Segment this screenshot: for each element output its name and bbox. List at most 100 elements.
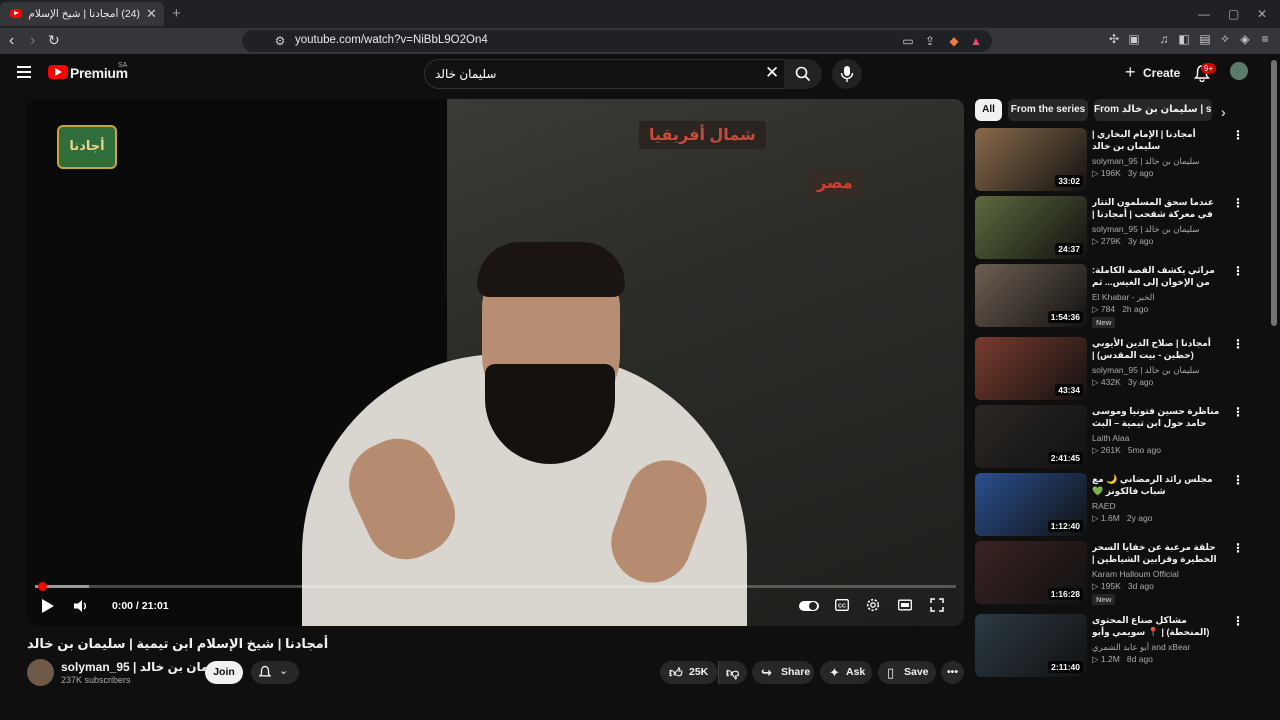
- play-icon[interactable]: [41, 598, 55, 614]
- recommendation-item[interactable]: 2:41:45 مناظرة حسين فتونيا وموسى حامد حول…: [975, 405, 1250, 471]
- hamburger-menu-icon[interactable]: [17, 66, 31, 78]
- page-scrollbar[interactable]: [1271, 60, 1277, 326]
- vpn-icon[interactable]: ◈: [1239, 33, 1251, 45]
- video-player[interactable]: شمال أفريقيا مصر أجادنا 0:00 / 21:01 CC: [27, 99, 964, 626]
- install-icon[interactable]: ▭: [902, 35, 914, 47]
- recommendation-channel[interactable]: RAED: [1092, 501, 1227, 511]
- duration-badge: 1:54:36: [1047, 311, 1083, 323]
- autoplay-toggle[interactable]: [799, 601, 819, 611]
- media-icon[interactable]: ♫: [1158, 33, 1170, 45]
- more-vertical-icon[interactable]: ⋮: [1232, 614, 1244, 628]
- recommendation-channel[interactable]: El Khabar - الخبر: [1092, 292, 1227, 303]
- more-vertical-icon[interactable]: ⋮: [1232, 337, 1244, 351]
- clear-search-icon[interactable]: ✕: [765, 63, 779, 83]
- more-vertical-icon[interactable]: ⋮: [1232, 264, 1244, 278]
- scrubber-handle[interactable]: [38, 582, 47, 591]
- search-input[interactable]: سليمان خالد ✕: [424, 59, 786, 89]
- recommendation-channel[interactable]: Laith Alaa: [1092, 433, 1227, 443]
- settings-gear-icon[interactable]: [866, 598, 880, 612]
- recommendation-item[interactable]: 1:16:28 حلقة مرعبة عن خفايا السحر الخطيرة…: [975, 541, 1250, 607]
- more-vertical-icon[interactable]: ⋮: [1232, 405, 1244, 419]
- minimize-icon[interactable]: —: [1198, 7, 1210, 21]
- browser-tab[interactable]: (24) أمجادنا | شيخ الإسلام ابن تيمية ✕: [0, 2, 164, 26]
- forward-icon[interactable]: ›: [30, 32, 35, 50]
- volume-icon[interactable]: [73, 599, 89, 613]
- video-thumbnail[interactable]: 1:54:36: [975, 264, 1087, 327]
- account-avatar[interactable]: [1230, 62, 1248, 80]
- search-button[interactable]: [784, 59, 822, 89]
- recommendation-channel[interactable]: solyman_95 | سليمان بن خالد: [1092, 365, 1227, 376]
- new-tab-icon[interactable]: +: [172, 5, 181, 22]
- video-thumbnail[interactable]: 43:34: [975, 337, 1087, 400]
- ask-button[interactable]: ✦ Ask: [820, 661, 872, 684]
- recommendation-title[interactable]: مشاكل صناع المحتوى (المنحطة) | 📍 سويمي و…: [1092, 614, 1227, 639]
- close-window-icon[interactable]: ✕: [1257, 7, 1267, 21]
- captions-icon[interactable]: CC: [835, 598, 849, 612]
- recommendation-channel[interactable]: أبو عابد الشمري and xBear: [1092, 642, 1227, 653]
- theater-mode-icon[interactable]: [898, 598, 912, 612]
- more-vertical-icon[interactable]: ⋮: [1232, 541, 1244, 555]
- chip-all[interactable]: All: [975, 99, 1002, 121]
- create-button[interactable]: + Create: [1121, 60, 1180, 86]
- recommendation-title[interactable]: حلقة مرعبة عن خفايا السحر الخطيرة وقرابي…: [1092, 541, 1227, 566]
- youtube-logo-icon[interactable]: [48, 65, 68, 79]
- back-icon[interactable]: ‹: [9, 32, 14, 50]
- tab-close-icon[interactable]: ✕: [146, 6, 157, 22]
- wallet-icon[interactable]: ▤: [1199, 33, 1211, 45]
- leo-icon[interactable]: ✧: [1219, 33, 1231, 45]
- video-thumbnail[interactable]: 2:41:45: [975, 405, 1087, 468]
- recommendation-title[interactable]: مناظرة حسين فتونيا وموسى حامد حول ابن تي…: [1092, 405, 1227, 430]
- video-thumbnail[interactable]: 2:11:40: [975, 614, 1087, 677]
- video-progress-bar[interactable]: [35, 582, 956, 591]
- more-actions-button[interactable]: •••: [941, 661, 964, 684]
- menu-icon[interactable]: ≡: [1259, 33, 1271, 45]
- more-vertical-icon[interactable]: ⋮: [1232, 473, 1244, 487]
- voice-search-button[interactable]: [832, 59, 862, 89]
- recommendation-item[interactable]: 24:37 عندما سحق المسلمون التتار في معركة …: [975, 196, 1250, 262]
- share-page-icon[interactable]: ⇪: [924, 35, 936, 47]
- maximize-icon[interactable]: ▢: [1228, 7, 1239, 21]
- video-thumbnail[interactable]: 33:02: [975, 128, 1087, 191]
- upload-age: 5mo ago: [1127, 445, 1161, 455]
- recommendation-title[interactable]: مراثي يكشف القصة الكاملة: من الإخوان إلى…: [1092, 264, 1227, 289]
- recommendation-title[interactable]: أمجادنا | الإمام البخاري | سليمان بن خال…: [1092, 128, 1227, 152]
- recommendation-channel[interactable]: solyman_95 | سليمان بن خالد: [1092, 156, 1227, 167]
- chips-next-icon[interactable]: ›: [1221, 104, 1226, 120]
- dislike-button[interactable]: 👎︎: [718, 661, 747, 684]
- recommendation-item[interactable]: 43:34 أمجادنا | صلاح الدين الأيوبي (حطين …: [975, 337, 1250, 403]
- thumbs-up-icon: 👍︎: [669, 665, 683, 680]
- recommendation-title[interactable]: أمجادنا | صلاح الدين الأيوبي (حطين - بيت…: [1092, 337, 1227, 362]
- more-vertical-icon[interactable]: ⋮: [1232, 128, 1244, 142]
- extensions-icon[interactable]: ✣: [1108, 33, 1120, 45]
- reader-icon[interactable]: ▣: [1128, 33, 1140, 45]
- like-button[interactable]: 👍︎ 25K: [660, 661, 718, 684]
- recommendation-item[interactable]: 33:02 أمجادنا | الإمام البخاري | سليمان ب…: [975, 128, 1250, 194]
- reload-icon[interactable]: ↻: [48, 32, 60, 49]
- recommendation-channel[interactable]: solyman_95 | سليمان بن خالد: [1092, 224, 1227, 235]
- share-button[interactable]: ↪ Share: [752, 661, 814, 684]
- upload-age: 3y ago: [1127, 377, 1154, 387]
- recommendation-title[interactable]: عندما سحق المسلمون التتار في معركة شقحب …: [1092, 196, 1227, 221]
- save-button[interactable]: ▯ Save: [878, 661, 936, 684]
- site-info-icon[interactable]: ⚙: [274, 35, 286, 47]
- more-vertical-icon[interactable]: ⋮: [1232, 196, 1244, 210]
- recommendation-meta: ▷ 432K 3y ago: [1092, 377, 1153, 388]
- omnibox[interactable]: ⚙ youtube.com/watch?v=NiBbL9O2On4 ▭ ⇪ ◆ …: [242, 30, 992, 52]
- chip-from-series[interactable]: From the series: [1008, 99, 1088, 121]
- channel-avatar[interactable]: [27, 659, 54, 686]
- join-button[interactable]: Join: [205, 661, 243, 684]
- recommendation-title[interactable]: مجلس رائد الرمضاني 🌙 مع شباب فالكونز 💚: [1092, 473, 1227, 497]
- recommendation-channel[interactable]: Karam Halloum Official: [1092, 569, 1227, 579]
- video-thumbnail[interactable]: 1:16:28: [975, 541, 1087, 604]
- video-thumbnail[interactable]: 24:37: [975, 196, 1087, 259]
- rewards-icon[interactable]: ▲: [970, 35, 982, 47]
- chip-from-channel[interactable]: From سليمان بن خالد | solyman_95: [1094, 99, 1212, 121]
- video-thumbnail[interactable]: 1:12:40: [975, 473, 1087, 536]
- recommendation-item[interactable]: 1:12:40 مجلس رائد الرمضاني 🌙 مع شباب فالك…: [975, 473, 1250, 539]
- fullscreen-icon[interactable]: [930, 598, 944, 612]
- sidebar-icon[interactable]: ◧: [1178, 33, 1190, 45]
- recommendation-item[interactable]: 1:54:36 مراثي يكشف القصة الكاملة: من الإخ…: [975, 264, 1250, 330]
- brave-shield-icon[interactable]: ◆: [948, 35, 960, 47]
- subscription-bell-button[interactable]: ⌄: [251, 661, 299, 684]
- recommendation-item[interactable]: 2:11:40 مشاكل صناع المحتوى (المنحطة) | 📍 …: [975, 614, 1250, 680]
